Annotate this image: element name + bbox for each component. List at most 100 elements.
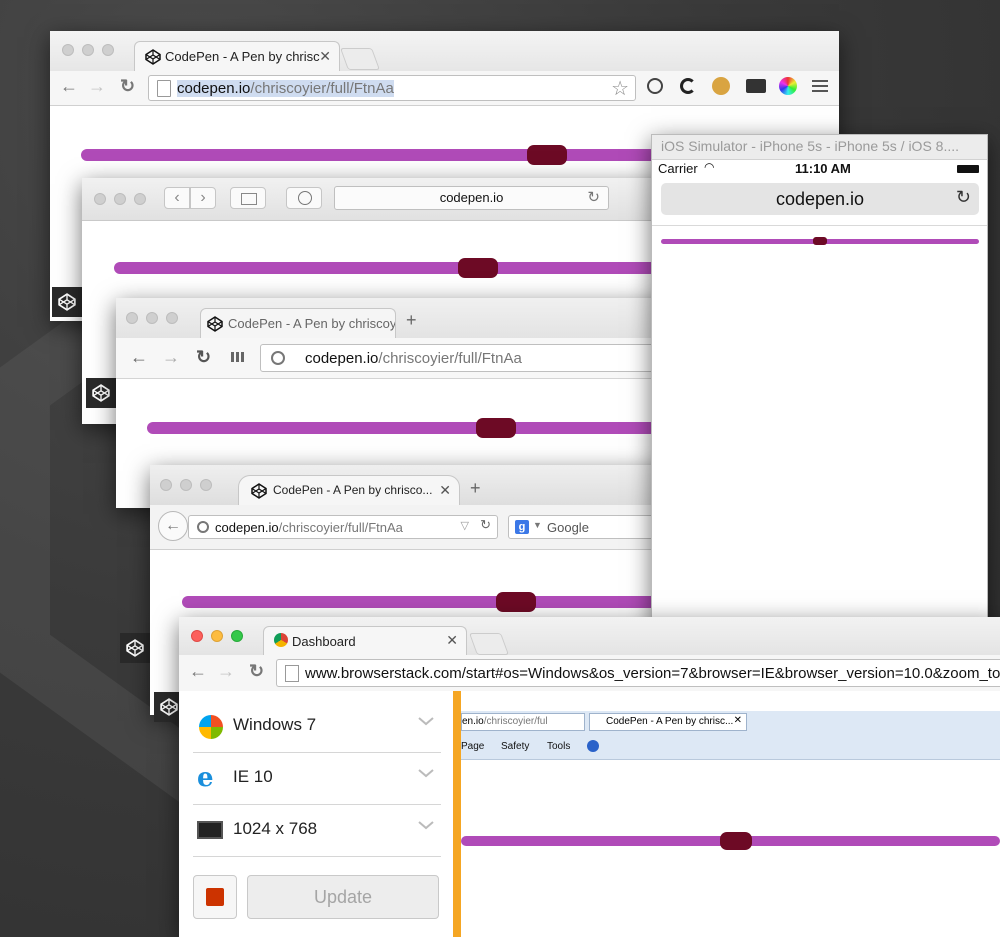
ios-titlebar: iOS Simulator - iPhone 5s - iPhone 5s / …	[652, 135, 987, 160]
forward-button[interactable]: ›	[190, 187, 216, 209]
url-path: /chriscoyier/full/FtnAa	[250, 80, 394, 97]
zoom-dot[interactable]	[231, 630, 243, 642]
close-dot[interactable]	[62, 44, 74, 56]
reload-icon[interactable]: ↻	[480, 517, 491, 533]
chevron-down-icon	[418, 821, 434, 830]
zoom-dot[interactable]	[134, 193, 146, 205]
chrome-logo-icon	[274, 633, 288, 647]
reload-icon[interactable]: ↻	[120, 76, 135, 97]
extension-sync-icon[interactable]	[680, 78, 696, 94]
camera-icon[interactable]	[746, 79, 766, 93]
slider-track[interactable]	[182, 596, 680, 608]
reload-icon[interactable]: ↻	[956, 187, 971, 208]
reload-icon[interactable]: ↻	[587, 188, 600, 206]
browserstack-window: Dashboard ✕ ← → ↻ www.browserstack.com/s…	[179, 617, 1000, 937]
update-button-label: Update	[313, 887, 373, 907]
slider-track[interactable]	[114, 262, 674, 274]
opera-tab[interactable]: CodePen - A Pen by chriscoy	[200, 308, 396, 338]
opera-url-bar[interactable]: codepen.io/chriscoyier/full/FtnAa	[260, 344, 676, 372]
dashboard-tab[interactable]: Dashboard ✕	[263, 626, 467, 655]
sidebar-item-resolution[interactable]: 1024 x 768	[193, 805, 441, 857]
dashboard-tab-title: Dashboard	[292, 634, 356, 649]
close-dot[interactable]	[126, 312, 138, 324]
info-button[interactable]	[286, 187, 322, 209]
back-button[interactable]: ←	[158, 511, 188, 541]
chrome-url-bar[interactable]: codepen.io/chriscoyier/full/FtnAa ☆	[148, 75, 636, 101]
minimize-dot[interactable]	[146, 312, 158, 324]
zoom-dot[interactable]	[200, 479, 212, 491]
back-button[interactable]: ‹	[164, 187, 190, 209]
menu-page[interactable]: Page	[461, 741, 484, 752]
new-tab-icon[interactable]: +	[406, 310, 417, 331]
slider-thumb[interactable]	[458, 258, 498, 278]
reload-icon[interactable]: ↻	[249, 661, 264, 682]
close-tab-icon[interactable]: ✕	[734, 715, 742, 726]
sidebar-item-browser[interactable]: e IE 10	[193, 753, 441, 805]
close-dot[interactable]	[191, 630, 203, 642]
url-host: codepen.io	[305, 350, 379, 367]
sidebar-toggle-button[interactable]	[230, 187, 266, 209]
menu-safety[interactable]: Safety	[501, 741, 529, 752]
url-path: /chriscoyier/full/FtnAa	[278, 520, 403, 535]
page-icon	[285, 665, 299, 682]
codepen-dock-icon[interactable]	[52, 287, 82, 317]
safari-url-bar[interactable]: codepen.io ↻	[334, 186, 609, 210]
help-icon[interactable]	[587, 740, 599, 752]
back-arrow-icon[interactable]: ←	[130, 347, 148, 368]
menu-tools[interactable]: Tools	[547, 741, 570, 752]
ie-tab[interactable]: CodePen - A Pen by chrisc... ✕	[589, 713, 747, 731]
close-dot[interactable]	[94, 193, 106, 205]
opera-tab-title: CodePen - A Pen by chriscoy	[228, 316, 396, 331]
chevron-down-icon	[418, 769, 434, 778]
chrome-tab[interactable]: CodePen - A Pen by chrisc ✕	[134, 41, 340, 71]
speed-dial-icon[interactable]	[231, 352, 245, 362]
slider-thumb[interactable]	[813, 237, 827, 245]
ie-url-bar[interactable]: en.io/chriscoyier/ful	[461, 713, 585, 731]
back-arrow-icon[interactable]: ←	[60, 76, 78, 97]
codepen-dock-icon[interactable]	[86, 378, 116, 408]
new-tab-icon[interactable]: +	[470, 478, 481, 499]
ie-remote-view: en.io/chriscoyier/ful CodePen - A Pen by…	[461, 691, 1000, 937]
slider-thumb[interactable]	[719, 832, 752, 850]
color-wheel-icon[interactable]	[779, 77, 797, 95]
firefox-tab[interactable]: CodePen - A Pen by chrisco... ✕	[238, 475, 460, 505]
slider-track[interactable]	[147, 422, 676, 434]
sidebar-item-os[interactable]: Windows 7	[193, 701, 441, 753]
extension-info-icon[interactable]	[647, 78, 663, 94]
ie-frame-border	[453, 691, 461, 937]
close-tab-icon[interactable]: ✕	[446, 632, 458, 649]
dropdown-icon[interactable]: ▼	[533, 520, 542, 530]
search-placeholder: Google	[547, 520, 589, 535]
ios-url-bar[interactable]: codepen.io ↻	[661, 183, 979, 215]
slider-thumb[interactable]	[476, 418, 517, 438]
reload-icon[interactable]: ↻	[196, 347, 211, 368]
stop-button[interactable]	[193, 875, 237, 919]
close-tab-icon[interactable]: ✕	[439, 482, 451, 499]
menu-icon[interactable]	[812, 80, 828, 92]
firefox-url-bar[interactable]: codepen.io/chriscoyier/full/FtnAa ▽ ↻	[188, 515, 498, 539]
minimize-dot[interactable]	[82, 44, 94, 56]
codepen-dock-icon[interactable]	[120, 633, 150, 663]
zoom-dot[interactable]	[166, 312, 178, 324]
url-text: codepen.io	[775, 189, 865, 209]
stop-icon	[206, 888, 224, 906]
minimize-dot[interactable]	[114, 193, 126, 205]
update-button[interactable]: Update	[247, 875, 439, 919]
back-arrow-icon[interactable]: ←	[189, 661, 207, 682]
zoom-dot[interactable]	[102, 44, 114, 56]
forward-arrow-icon[interactable]: →	[217, 661, 235, 682]
slider-thumb[interactable]	[495, 592, 536, 612]
minimize-dot[interactable]	[211, 630, 223, 642]
browserstack-url-bar[interactable]: www.browserstack.com/start#os=Windows&os…	[276, 659, 1000, 687]
firefox-tab-title: CodePen - A Pen by chrisco...	[273, 483, 433, 497]
codepen-icon	[207, 316, 223, 332]
close-dot[interactable]	[160, 479, 172, 491]
close-tab-icon[interactable]: ✕	[319, 48, 331, 65]
slider-thumb[interactable]	[527, 145, 568, 165]
forward-arrow-icon[interactable]: →	[162, 347, 180, 368]
dropdown-icon[interactable]: ▽	[461, 519, 469, 532]
forward-arrow-icon[interactable]: →	[88, 76, 106, 97]
minimize-dot[interactable]	[180, 479, 192, 491]
star-icon[interactable]: ☆	[611, 76, 629, 100]
cookie-icon[interactable]	[712, 77, 730, 95]
